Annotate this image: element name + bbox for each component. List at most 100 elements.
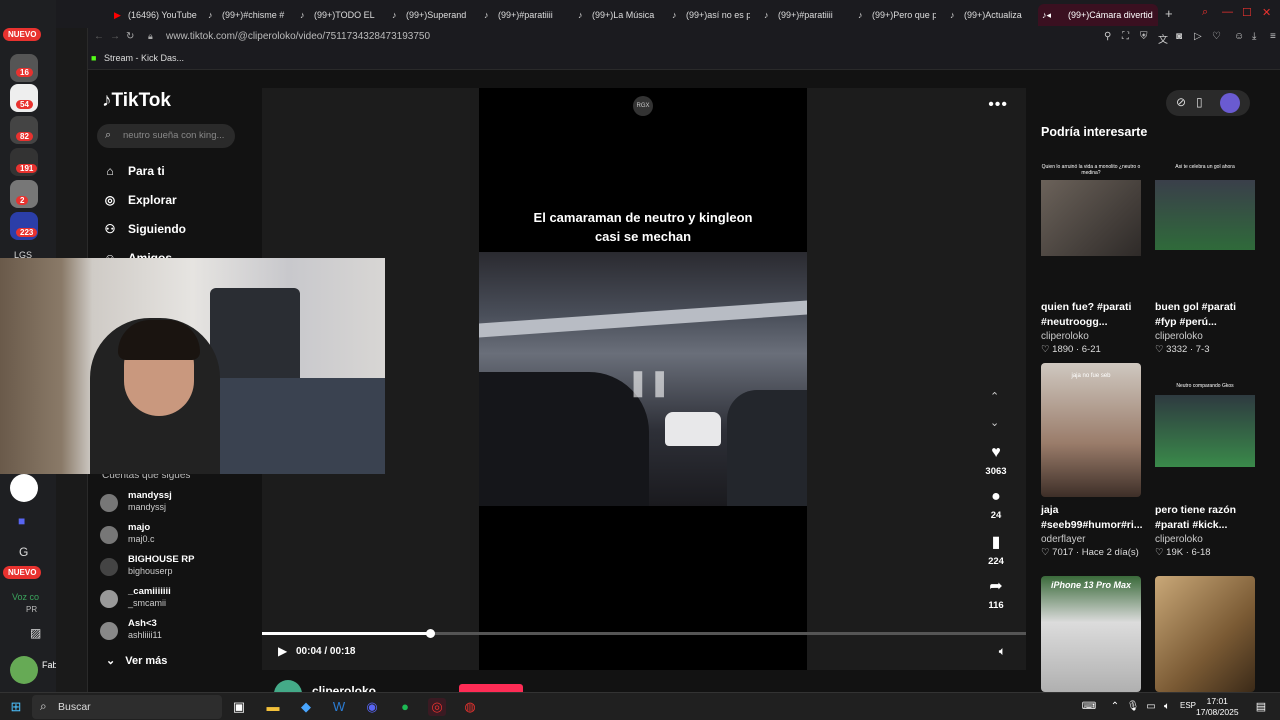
spotify-icon[interactable]: ● bbox=[396, 698, 414, 716]
file-explorer-icon[interactable]: ▬ bbox=[264, 698, 282, 716]
recommendations-title: Podría interesarte bbox=[1041, 125, 1148, 139]
user-avatar[interactable] bbox=[10, 656, 38, 684]
download-icon[interactable]: ⤓ bbox=[1252, 31, 1256, 42]
search-input[interactable]: ⌕ neutro sueña con king... bbox=[97, 124, 235, 148]
keyboard-icon[interactable]: ⌨ bbox=[1080, 698, 1098, 716]
clock[interactable]: 17:01 17/08/2025 bbox=[1196, 696, 1239, 718]
discord-icon[interactable]: ◉ bbox=[363, 698, 381, 716]
voice-channel-sub: PR bbox=[26, 605, 38, 614]
shield-icon[interactable]: ⛨ bbox=[1140, 31, 1148, 42]
heart-icon[interactable]: ♡ bbox=[1212, 31, 1221, 42]
translate-icon[interactable]: 文 bbox=[1158, 31, 1168, 46]
tab[interactable]: ♪ (99+)#paratiiii bbox=[480, 4, 564, 26]
tiktok-icon: ♪ bbox=[858, 10, 863, 20]
camera-icon[interactable]: ◙ bbox=[1176, 31, 1182, 42]
video-card[interactable]: Asi te celebra un gol ahora buen gol #pa… bbox=[1155, 162, 1255, 355]
opera-gx-alt-icon[interactable]: ◍ bbox=[461, 698, 479, 716]
nuevo-badge: NUEVO bbox=[3, 28, 42, 41]
language-indicator[interactable]: ESP bbox=[1180, 701, 1196, 710]
profile-icon[interactable]: ☺ bbox=[1234, 31, 1244, 42]
comment-button[interactable]: ● 24 bbox=[980, 488, 1012, 521]
search-icon: ⌕ bbox=[40, 699, 47, 713]
heart-outline-icon: ♡ bbox=[1155, 547, 1167, 558]
tab[interactable]: ♪ (99+)Actualiza bbox=[946, 4, 1028, 26]
close-icon[interactable]: ✕ bbox=[1262, 6, 1271, 19]
video-card[interactable]: Neutro comparando Gkos pero tiene razón … bbox=[1155, 363, 1255, 558]
chevron-up-icon[interactable]: ⌃ bbox=[1106, 698, 1124, 716]
tab[interactable]: ♪ (99+)así no es p bbox=[668, 4, 750, 26]
url-field[interactable]: www.tiktok.com/@cliperoloko/video/751173… bbox=[166, 31, 430, 42]
share-icon: ➦ bbox=[989, 578, 1003, 595]
tab[interactable]: ♪ (99+)#chisme # bbox=[204, 4, 286, 26]
tab[interactable]: ▶ (16496) YouTube bbox=[110, 4, 202, 26]
word-icon[interactable]: W bbox=[330, 698, 348, 716]
minimize-icon[interactable]: — bbox=[1222, 6, 1233, 18]
tab[interactable]: ♪ (99+)Superand bbox=[388, 4, 470, 26]
video-card[interactable]: jaja no fue seb jaja #seeb99#humor#ri...… bbox=[1041, 363, 1143, 558]
nav-for-you[interactable]: ⌂ Para ti bbox=[102, 164, 164, 178]
more-options-icon[interactable]: ••• bbox=[988, 96, 1008, 114]
follow-button[interactable] bbox=[459, 684, 523, 692]
tab-active[interactable]: ♪◂ (99+)Cámara divertid bbox=[1038, 4, 1158, 26]
mic-icon[interactable]: 🎙︎ bbox=[1124, 698, 1142, 716]
play-icon[interactable]: ▷ bbox=[1194, 31, 1202, 42]
pin-icon[interactable]: ⚲ bbox=[1104, 31, 1111, 42]
chevron-up-icon[interactable]: ⌃ bbox=[990, 390, 999, 403]
compass-icon[interactable]: ⊘ bbox=[1176, 95, 1186, 109]
maximize-icon[interactable]: ☐ bbox=[1242, 6, 1252, 19]
video-card[interactable]: Quien lo arruinó la vida a monolito ¿neu… bbox=[1041, 162, 1141, 355]
mute-icon[interactable]: ▨ bbox=[30, 626, 41, 640]
car-shape bbox=[727, 390, 807, 506]
avatar bbox=[100, 558, 118, 576]
nav-explore[interactable]: ◎ Explorar bbox=[102, 193, 177, 207]
save-button[interactable]: ▮ 224 bbox=[980, 532, 1012, 567]
server-label[interactable]: G bbox=[19, 545, 28, 559]
taskbar-search[interactable]: ⌕ Buscar bbox=[32, 695, 222, 719]
tiktok-logo[interactable]: ♪TikTok bbox=[102, 90, 171, 112]
volume-icon[interactable]: 🔈︎ bbox=[999, 644, 1006, 659]
pause-icon[interactable]: ❚❚ bbox=[627, 367, 671, 398]
profile-avatar[interactable] bbox=[1220, 93, 1240, 113]
screenshot-icon[interactable]: ⛶ bbox=[1122, 31, 1129, 42]
video-card[interactable]: iPhone 13 Pro Max bbox=[1041, 576, 1141, 692]
play-button[interactable]: ▶ bbox=[278, 644, 287, 658]
like-button[interactable]: ♥ 3063 bbox=[980, 444, 1012, 477]
top-actions: ⊘ ▯ bbox=[1166, 90, 1250, 116]
copilot-icon[interactable]: ◆ bbox=[297, 698, 315, 716]
progress-thumb[interactable] bbox=[426, 629, 436, 638]
heart-icon: ♥ bbox=[991, 444, 1001, 461]
share-button[interactable]: ➦ 116 bbox=[980, 576, 1012, 611]
menu-icon[interactable]: ≡ bbox=[1270, 31, 1276, 42]
folder-icon[interactable]: ■ bbox=[18, 514, 25, 528]
tab[interactable]: ♪ (99+)#paratiiii bbox=[760, 4, 844, 26]
tiktok-icon: ♪ bbox=[208, 10, 213, 20]
tab[interactable]: ♪ (99+)Pero que p bbox=[854, 4, 936, 26]
new-tab-button[interactable]: + bbox=[1165, 6, 1173, 21]
bookmark-item[interactable]: Stream - Kick Das... bbox=[104, 53, 184, 63]
phone-icon[interactable]: ▯ bbox=[1196, 95, 1203, 109]
video-card[interactable] bbox=[1155, 576, 1255, 692]
pokeball-server-icon[interactable] bbox=[10, 474, 38, 502]
reload-icon[interactable]: ↻ bbox=[126, 31, 134, 42]
volume-icon[interactable]: 🔈︎ bbox=[1158, 698, 1176, 716]
progress-bar[interactable] bbox=[262, 629, 1026, 638]
video-thumbnail: jaja no fue seb bbox=[1041, 363, 1141, 497]
tab[interactable]: ♪ (99+)La Música bbox=[574, 4, 658, 26]
search-tabs-icon[interactable]: ⌕ bbox=[1202, 6, 1208, 19]
tab[interactable]: ♪ (99+)TODO EL bbox=[296, 4, 378, 26]
windows-start-icon[interactable]: ⊞ bbox=[7, 698, 25, 716]
nav-following[interactable]: ⚇ Siguiendo bbox=[102, 222, 186, 236]
tiktok-icon: ♪ bbox=[484, 10, 489, 20]
notifications-icon[interactable]: ▤ bbox=[1252, 698, 1270, 716]
back-icon[interactable]: ← bbox=[94, 31, 104, 42]
nuevo-badge: NUEVO bbox=[3, 566, 42, 579]
forward-icon[interactable]: → bbox=[110, 31, 120, 42]
home-icon: ⌂ bbox=[106, 164, 114, 178]
opera-gx-icon[interactable]: ◎ bbox=[428, 698, 446, 716]
task-view-icon[interactable]: ▣ bbox=[230, 698, 248, 716]
video-frame[interactable]: RGX El camaraman de neutro y kingleon ca… bbox=[479, 88, 807, 670]
kick-icon: ■ bbox=[91, 53, 97, 63]
see-more-button[interactable]: ⌄ Ver más bbox=[106, 654, 167, 667]
chevron-down-icon[interactable]: ⌄ bbox=[990, 416, 999, 429]
heart-outline-icon: ♡ bbox=[1041, 547, 1053, 558]
